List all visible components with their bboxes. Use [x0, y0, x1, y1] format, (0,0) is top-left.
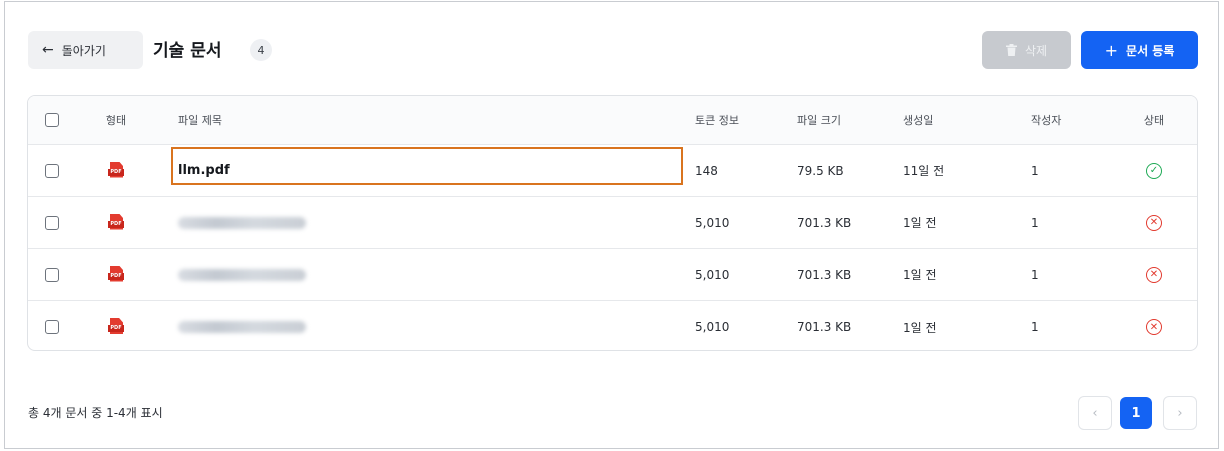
table-row[interactable]: PDF 5,010 701.3 KB 1일 전 1 ✕	[28, 301, 1197, 350]
row-checkbox[interactable]	[45, 320, 59, 334]
table-row[interactable]: PDF 5,010 701.3 KB 1일 전 1 ✕	[28, 197, 1197, 249]
author: 1	[1031, 320, 1039, 334]
previous-page-button[interactable]: ‹	[1078, 396, 1112, 430]
x-circle-icon: ✕	[1146, 214, 1162, 231]
row-checkbox[interactable]	[45, 267, 59, 282]
author: 1	[1031, 267, 1039, 282]
check-circle-icon: ✓	[1146, 162, 1162, 179]
table-row[interactable]: PDF 5,010 701.3 KB 1일 전 1 ✕	[28, 249, 1197, 301]
pdf-icon: PDF	[108, 161, 124, 180]
arrow-left-icon: ←	[42, 42, 54, 58]
page-button-current[interactable]: 1	[1120, 397, 1152, 429]
page-title: 기술 문서	[153, 41, 222, 61]
author: 1	[1031, 163, 1039, 178]
redacted-file-title[interactable]	[178, 268, 306, 281]
chevron-right-icon: ›	[1177, 405, 1183, 421]
token-count: 148	[695, 163, 718, 178]
document-table: 형태 파일 제목 토큰 정보 파일 크기 생성일 작성자 상태 PDF llm.…	[27, 95, 1198, 351]
x-circle-icon: ✕	[1146, 319, 1162, 335]
row-checkbox[interactable]	[45, 215, 59, 230]
trash-icon	[1005, 44, 1017, 56]
column-header-created[interactable]: 생성일	[903, 96, 983, 144]
column-header-type: 형태	[105, 114, 127, 127]
plus-icon: +	[1104, 40, 1119, 60]
token-count: 5,010	[695, 267, 730, 282]
x-circle-icon: ✕	[1146, 266, 1162, 283]
created-date: 1일 전	[903, 216, 937, 230]
row-checkbox[interactable]	[45, 163, 59, 178]
file-size: 79.5 KB	[797, 163, 844, 178]
column-header-author[interactable]: 작성자	[1031, 96, 1091, 144]
delete-button-label: 삭제	[1024, 43, 1048, 58]
created-date: 11일 전	[903, 164, 945, 178]
document-list-panel: ← 돌아가기 기술 문서 4 삭제 + 문서 등록 형태 파일 제목 토큰 정보…	[4, 1, 1219, 449]
table-row[interactable]: PDF llm.pdf 148 79.5 KB 11일 전 1 ✓	[28, 145, 1197, 197]
next-page-button[interactable]: ›	[1163, 396, 1197, 430]
add-document-label: 문서 등록	[1126, 43, 1175, 58]
file-size: 701.3 KB	[797, 267, 852, 282]
column-header-status: 상태	[1143, 114, 1165, 127]
created-date: 1일 전	[903, 320, 937, 335]
pagination-summary: 총 4개 문서 중 1-4개 표시	[28, 406, 163, 420]
file-title[interactable]: llm.pdf	[178, 163, 230, 178]
column-header-size[interactable]: 파일 크기	[797, 96, 887, 144]
token-count: 5,010	[695, 320, 730, 334]
pdf-icon: PDF	[108, 213, 124, 232]
table-header-row: 형태 파일 제목 토큰 정보 파일 크기 생성일 작성자 상태	[28, 96, 1197, 145]
back-button[interactable]: ← 돌아가기	[28, 31, 143, 69]
pdf-icon: PDF	[108, 318, 124, 336]
select-all-checkbox[interactable]	[45, 113, 59, 127]
column-header-tokens[interactable]: 토큰 정보	[695, 96, 775, 144]
token-count: 5,010	[695, 215, 730, 230]
redacted-file-title[interactable]	[178, 321, 306, 333]
document-count-badge: 4	[250, 39, 272, 61]
pdf-icon: PDF	[108, 265, 124, 284]
author: 1	[1031, 215, 1039, 230]
file-size: 701.3 KB	[797, 215, 852, 230]
created-date: 1일 전	[903, 268, 937, 282]
add-document-button[interactable]: + 문서 등록	[1081, 31, 1198, 69]
delete-button[interactable]: 삭제	[982, 31, 1071, 69]
file-size: 701.3 KB	[797, 320, 852, 334]
back-button-label: 돌아가기	[61, 43, 106, 58]
chevron-left-icon: ‹	[1092, 405, 1098, 421]
column-header-title[interactable]: 파일 제목	[178, 96, 678, 144]
redacted-file-title[interactable]	[178, 216, 306, 229]
